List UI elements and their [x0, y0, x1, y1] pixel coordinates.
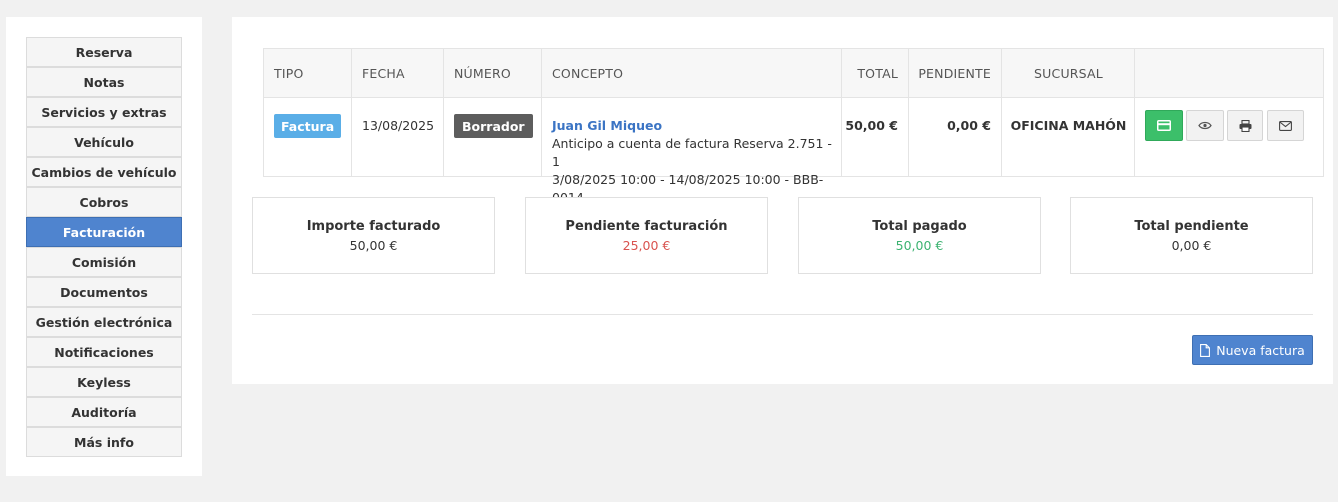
- section-divider: [252, 314, 1313, 315]
- sidebar-item-servicios-extras[interactable]: Servicios y extras: [26, 97, 182, 127]
- sidebar-nav: Reserva Notas Servicios y extras Vehícul…: [6, 17, 202, 476]
- printer-icon: [1239, 119, 1251, 132]
- column-divider: [443, 49, 444, 176]
- sidebar-item-reserva[interactable]: Reserva: [26, 37, 182, 67]
- column-header-numero: NÚMERO: [454, 66, 511, 81]
- summary-title: Total pagado: [872, 219, 967, 234]
- column-header-total: TOTAL: [857, 66, 898, 81]
- column-header-tipo: TIPO: [274, 66, 304, 81]
- invoice-status-badge: Borrador: [454, 114, 533, 138]
- column-divider: [1134, 49, 1135, 176]
- summary-title: Importe facturado: [306, 219, 441, 234]
- view-invoice-button[interactable]: [1186, 110, 1224, 141]
- sidebar-item-auditoria[interactable]: Auditoría: [26, 397, 182, 427]
- column-divider: [351, 49, 352, 176]
- sidebar-item-keyless[interactable]: Keyless: [26, 367, 182, 397]
- summary-value: 50,00 €: [895, 238, 944, 253]
- sidebar-item-mas-info[interactable]: Más info: [26, 427, 182, 457]
- summary-card-pendiente-facturacion: Pendiente facturación 25,00 €: [525, 197, 768, 274]
- invoice-branch: OFICINA MAHÓN: [1010, 118, 1127, 133]
- sidebar-item-vehiculo[interactable]: Vehículo: [26, 127, 182, 157]
- invoice-type-badge: Factura: [274, 114, 342, 138]
- summary-value: 0,00 €: [1171, 238, 1212, 253]
- sidebar-item-notas[interactable]: Notas: [26, 67, 182, 97]
- credit-card-icon: [1157, 120, 1171, 131]
- summary-value: 25,00 €: [622, 238, 671, 253]
- client-link[interactable]: Juan Gil Miqueo: [552, 117, 837, 135]
- pay-invoice-button[interactable]: [1145, 110, 1183, 141]
- column-divider: [1001, 49, 1002, 176]
- summary-card-total-pendiente: Total pendiente 0,00 €: [1070, 197, 1313, 274]
- new-invoice-button[interactable]: Nueva factura: [1192, 335, 1313, 365]
- column-divider: [908, 49, 909, 176]
- envelope-icon: [1279, 120, 1292, 131]
- column-divider: [841, 49, 842, 176]
- print-invoice-button[interactable]: [1227, 110, 1263, 141]
- sidebar-item-facturacion[interactable]: Facturación: [26, 217, 182, 247]
- email-invoice-button[interactable]: [1267, 110, 1304, 141]
- concept-line-1: Anticipo a cuenta de factura Reserva 2.7…: [552, 136, 832, 169]
- summary-title: Total pendiente: [1134, 219, 1249, 234]
- summary-card-total-pagado: Total pagado 50,00 €: [798, 197, 1041, 274]
- table-header: TIPO FECHA NÚMERO CONCEPTO TOTAL PENDIEN…: [264, 49, 1323, 98]
- sidebar-item-cobros[interactable]: Cobros: [26, 187, 182, 217]
- summary-card-importe-facturado: Importe facturado 50,00 €: [252, 197, 495, 274]
- invoice-concept: Juan Gil Miqueo Anticipo a cuenta de fac…: [552, 117, 837, 207]
- billing-panel: TIPO FECHA NÚMERO CONCEPTO TOTAL PENDIEN…: [232, 17, 1333, 384]
- sidebar-item-notificaciones[interactable]: Notificaciones: [26, 337, 182, 367]
- column-header-pendiente: PENDIENTE: [918, 66, 991, 81]
- column-header-sucursal: SUCURSAL: [1034, 66, 1103, 81]
- sidebar-item-gestion-electronica[interactable]: Gestión electrónica: [26, 307, 182, 337]
- invoice-date: 13/08/2025: [362, 118, 435, 133]
- sidebar-item-documentos[interactable]: Documentos: [26, 277, 182, 307]
- column-header-concepto: CONCEPTO: [552, 66, 624, 81]
- invoices-table: TIPO FECHA NÚMERO CONCEPTO TOTAL PENDIEN…: [263, 48, 1324, 205]
- invoice-total: 50,00 €: [845, 118, 898, 133]
- column-divider: [541, 49, 542, 176]
- sidebar-item-comision[interactable]: Comisión: [26, 247, 182, 277]
- new-invoice-label: Nueva factura: [1216, 342, 1305, 358]
- summary-value: 50,00 €: [349, 238, 398, 253]
- invoice-pending: 0,00 €: [947, 118, 991, 133]
- sidebar-item-cambios-vehiculo[interactable]: Cambios de vehículo: [26, 157, 182, 187]
- document-icon: [1200, 343, 1211, 357]
- eye-icon: [1198, 121, 1212, 130]
- summary-title: Pendiente facturación: [565, 219, 728, 234]
- column-header-fecha: FECHA: [362, 66, 405, 81]
